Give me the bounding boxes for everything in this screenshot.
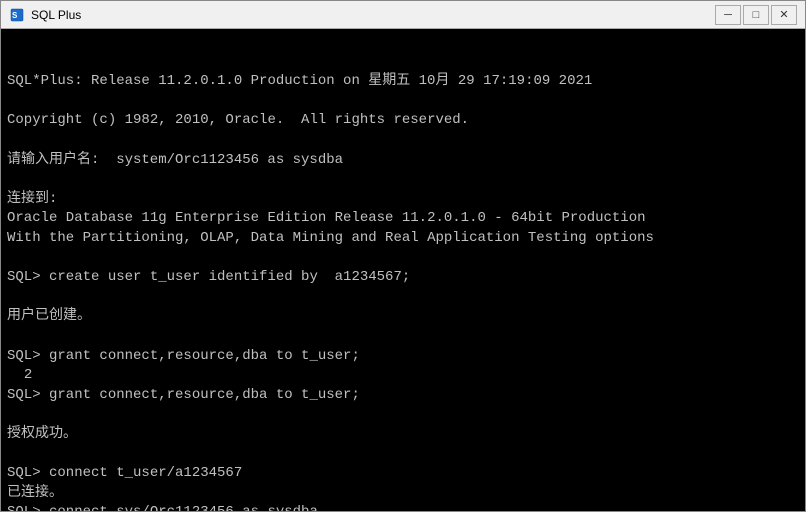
terminal-line: Copyright (c) 1982, 2010, Oracle. All ri…: [7, 111, 799, 131]
terminal-line: 授权成功。: [7, 425, 799, 445]
terminal-line: SQL> connect sys/Orc1123456 as sysdba: [7, 503, 799, 511]
window-controls: ─ □ ✕: [715, 5, 797, 25]
minimize-button[interactable]: ─: [715, 5, 741, 25]
terminal-output[interactable]: SQL*Plus: Release 11.2.0.1.0 Production …: [1, 29, 805, 511]
terminal-line: Oracle Database 11g Enterprise Edition R…: [7, 209, 799, 229]
terminal-line: [7, 288, 799, 308]
terminal-line: [7, 170, 799, 190]
terminal-line: [7, 444, 799, 464]
terminal-line: SQL> grant connect,resource,dba to t_use…: [7, 386, 799, 406]
terminal-line: 2: [7, 366, 799, 386]
terminal-line: SQL*Plus: Release 11.2.0.1.0 Production …: [7, 72, 799, 92]
terminal-line: [7, 249, 799, 269]
terminal-line: 用户已创建。: [7, 307, 799, 327]
svg-text:S: S: [12, 11, 18, 20]
sql-plus-window: S SQL Plus ─ □ ✕ SQL*Plus: Release 11.2.…: [0, 0, 806, 512]
terminal-line: [7, 92, 799, 112]
terminal-line: 连接到:: [7, 190, 799, 210]
terminal-line: 请输入用户名: system/Orc1123456 as sysdba: [7, 151, 799, 171]
terminal-line: SQL> connect t_user/a1234567: [7, 464, 799, 484]
app-icon: S: [9, 7, 25, 23]
terminal-line: [7, 405, 799, 425]
window-title: SQL Plus: [31, 8, 715, 22]
terminal-line: SQL> create user t_user identified by a1…: [7, 268, 799, 288]
close-button[interactable]: ✕: [771, 5, 797, 25]
terminal-line: 已连接。: [7, 484, 799, 504]
maximize-button[interactable]: □: [743, 5, 769, 25]
terminal-line: SQL> grant connect,resource,dba to t_use…: [7, 347, 799, 367]
title-bar: S SQL Plus ─ □ ✕: [1, 1, 805, 29]
terminal-line: With the Partitioning, OLAP, Data Mining…: [7, 229, 799, 249]
terminal-line: [7, 131, 799, 151]
terminal-line: [7, 327, 799, 347]
